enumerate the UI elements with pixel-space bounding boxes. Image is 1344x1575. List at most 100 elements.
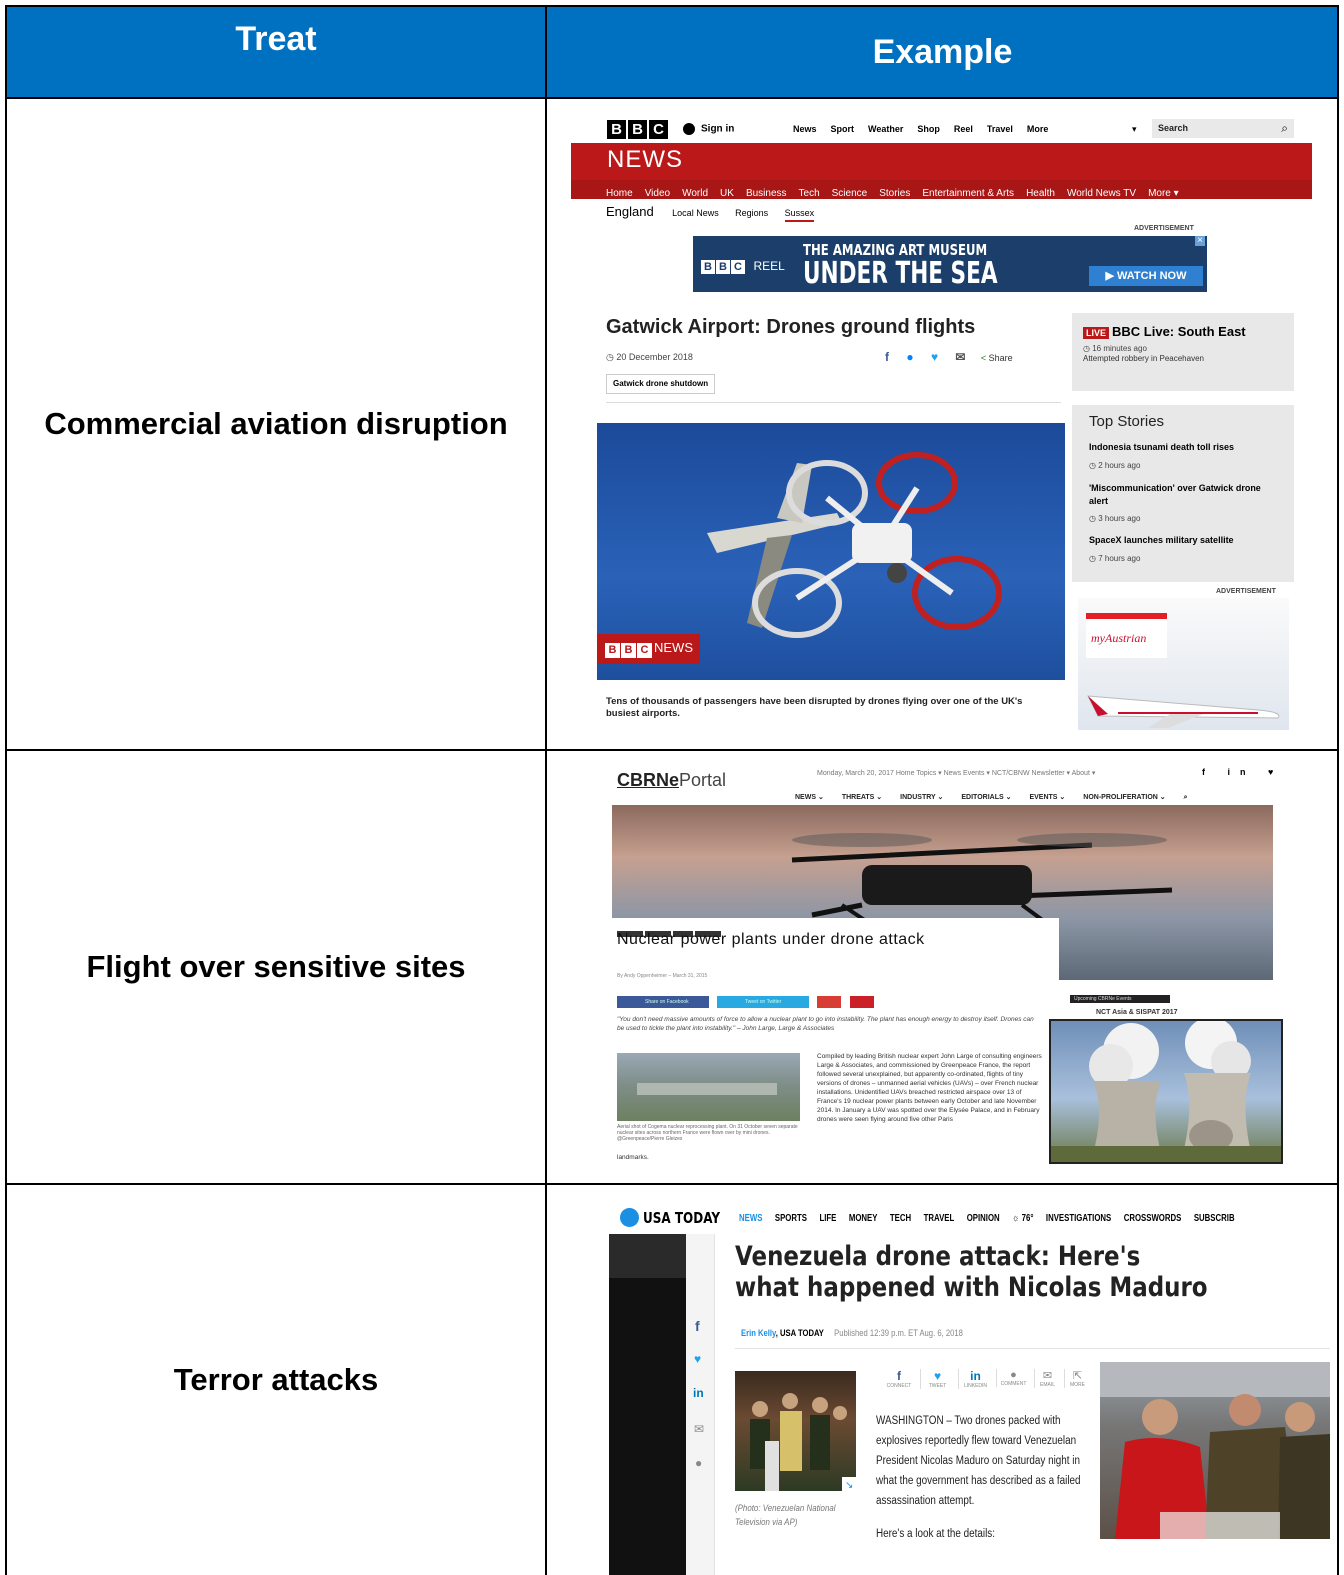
linkedin-icon[interactable]: in	[693, 1386, 704, 1400]
sign-in-link[interactable]: Sign in	[683, 123, 734, 135]
nav-shop[interactable]: Shop	[917, 124, 940, 134]
bbc-logo: BBC	[607, 120, 670, 139]
nav-item[interactable]: CROSSWORDS	[1124, 1213, 1182, 1224]
nav-item[interactable]: OPINION	[967, 1213, 1000, 1224]
facebook-icon[interactable]: f	[885, 350, 889, 364]
nav-item[interactable]: NEWS ⌄	[795, 794, 824, 801]
twitter-icon[interactable]: ♥	[931, 350, 938, 364]
bbc-reel-ad[interactable]: BBC REEL THE AMAZING ART MUSEUM UNDER TH…	[693, 236, 1207, 292]
nav-news[interactable]: NEWS	[739, 1213, 762, 1224]
subnav-item[interactable]: Entertainment & Arts	[922, 188, 1014, 199]
region-title: England	[606, 204, 654, 219]
top-links[interactable]: Monday, March 20, 2017 Home Topics ▾ New…	[817, 769, 1095, 777]
tweet-share[interactable]: ♥ TWEET	[920, 1369, 954, 1389]
treat-label: Terror attacks	[173, 1361, 379, 1397]
linkedin-share[interactable]: in LINKEDIN	[958, 1369, 992, 1389]
subnav-item[interactable]: Business	[746, 188, 787, 199]
nav-item[interactable]: SPORTS	[775, 1213, 807, 1224]
watch-now-button[interactable]: ▶ WATCH NOW	[1089, 266, 1203, 286]
nav-item[interactable]: THREATS ⌄	[842, 794, 882, 801]
subnav-item[interactable]: Health	[1026, 188, 1055, 199]
subnav-item[interactable]: UK	[720, 188, 734, 199]
header-treat-label: Treat	[235, 20, 317, 58]
nav-item[interactable]: INDUSTRY ⌄	[900, 794, 943, 801]
nav-travel[interactable]: Travel	[987, 124, 1013, 134]
subnav-item[interactable]: Science	[832, 188, 868, 199]
nav-item[interactable]: TECH	[890, 1213, 911, 1224]
email-icon[interactable]: ✉	[694, 1422, 704, 1436]
table-border	[5, 5, 7, 1575]
share-button[interactable]: < Share	[981, 353, 1013, 363]
bbc-sub-nav: Home Video World UK Business Tech Science Stori…	[571, 180, 1312, 199]
search-input[interactable]: Search ⌕	[1152, 119, 1294, 138]
table-border	[5, 1183, 1339, 1185]
subnav-item[interactable]: Stories	[879, 188, 910, 199]
nav-news[interactable]: News	[793, 124, 817, 134]
nav-reel[interactable]: Reel	[954, 124, 973, 134]
subnav-item[interactable]: World	[682, 188, 708, 199]
live-badge: LIVE	[1083, 326, 1110, 339]
share-pinterest-button[interactable]	[850, 996, 874, 1008]
nav-item[interactable]: LIFE	[819, 1213, 836, 1224]
story-time: ◷ 7 hours ago	[1089, 554, 1141, 563]
nav-weather[interactable]: Weather	[868, 124, 903, 134]
connect-share[interactable]: f CONNECT	[882, 1369, 916, 1389]
weather-icon[interactable]: ☼	[1012, 1213, 1019, 1224]
comment-icon[interactable]: ●	[695, 1456, 702, 1470]
story-link[interactable]: Indonesia tsunami death toll rises	[1089, 442, 1234, 452]
search-icon[interactable]: ⌕	[1184, 794, 1188, 801]
story-link[interactable]: SpaceX launches military satellite	[1089, 535, 1234, 545]
region-link[interactable]: Regions	[735, 208, 768, 218]
story-time: ◷ 3 hours ago	[1089, 514, 1141, 523]
author-link[interactable]: Erin Kelly	[741, 1328, 776, 1338]
quote: "You don't need massive amounts of force…	[617, 1016, 1034, 1032]
facebook-icon[interactable]: f	[695, 1318, 700, 1334]
search-icon[interactable]: ⌕	[1281, 121, 1288, 136]
subnav-item[interactable]: Home	[606, 188, 633, 199]
subnav-item[interactable]: Tech	[799, 188, 820, 199]
nav-item[interactable]: INVESTIGATIONS	[1046, 1213, 1111, 1224]
header-example-label: Example	[872, 32, 1013, 71]
messenger-icon[interactable]: ●	[906, 350, 913, 364]
subnav-item[interactable]: More ▾	[1148, 188, 1179, 199]
comment-share[interactable]: ● COMMENT	[996, 1369, 1030, 1387]
nav-item[interactable]: SUBSCRIB	[1194, 1213, 1235, 1224]
social-icons[interactable]: f in ♥ ♥	[1202, 767, 1286, 777]
nav-item[interactable]: EVENTS ⌄	[1029, 794, 1065, 801]
subnav-item[interactable]: Video	[645, 188, 670, 199]
twitter-icon[interactable]: ♥	[694, 1352, 701, 1366]
usa-today-logo: USA TODAY	[620, 1208, 739, 1227]
weather-temp[interactable]: 76°	[1022, 1213, 1034, 1224]
more-share[interactable]: ⇱ MORE	[1064, 1369, 1090, 1388]
clock-icon: ◷	[1089, 461, 1099, 470]
share-rail: f ♥ in ✉ ●	[686, 1234, 715, 1575]
region-link[interactable]: Local News	[672, 208, 719, 218]
nav-sport[interactable]: Sport	[831, 124, 855, 134]
nav-item[interactable]: TRAVEL	[924, 1213, 955, 1224]
share-twitter-button[interactable]: Tweet on Twitter	[717, 996, 809, 1008]
share-bar: f ● ♥ ✉ < Share	[885, 350, 1013, 364]
nav-more[interactable]: More	[1027, 124, 1049, 134]
story-link[interactable]: 'Miscommunication' over Gatwick drone al…	[1089, 482, 1279, 508]
nav-item[interactable]: NON-PROLIFERATION ⌄	[1083, 794, 1165, 801]
region-link-active[interactable]: Sussex	[784, 208, 815, 222]
bbc-news-watermark: B B C NEWS	[597, 634, 700, 664]
event-name[interactable]: NCT Asia & SISPAT 2017	[1096, 1009, 1178, 1016]
email-icon[interactable]: ✉	[955, 350, 965, 364]
topic-tag[interactable]: Gatwick drone shutdown	[606, 374, 716, 394]
austrian-ad[interactable]: myAustrian	[1078, 598, 1289, 730]
close-icon[interactable]: ×	[1195, 236, 1205, 246]
table-border	[545, 5, 547, 1575]
nav-item[interactable]: EDITORIALS ⌄	[961, 794, 1011, 801]
nav-item[interactable]: MONEY	[849, 1213, 878, 1224]
byline: Erin Kelly, USA TODAY Published 12:39 p.m…	[741, 1328, 963, 1338]
article-body: WASHINGTON – Two drones packed with expl…	[876, 1415, 1081, 1507]
email-share[interactable]: ✉ EMAIL	[1034, 1369, 1060, 1388]
cbrne-portal-screenshot: CBRNePortal Monday, March 20, 2017 Home …	[612, 764, 1286, 1170]
dark-left-panel	[609, 1234, 686, 1575]
clock-icon: ◷	[1083, 344, 1093, 353]
bbc-live-card[interactable]: LIVE BBC Live: South East ◷ 16 minutes ag…	[1072, 313, 1294, 391]
subnav-item[interactable]: World News TV	[1067, 188, 1136, 199]
share-facebook-button[interactable]: Share on Facebook	[617, 996, 709, 1008]
share-gplus-button[interactable]	[817, 996, 841, 1008]
